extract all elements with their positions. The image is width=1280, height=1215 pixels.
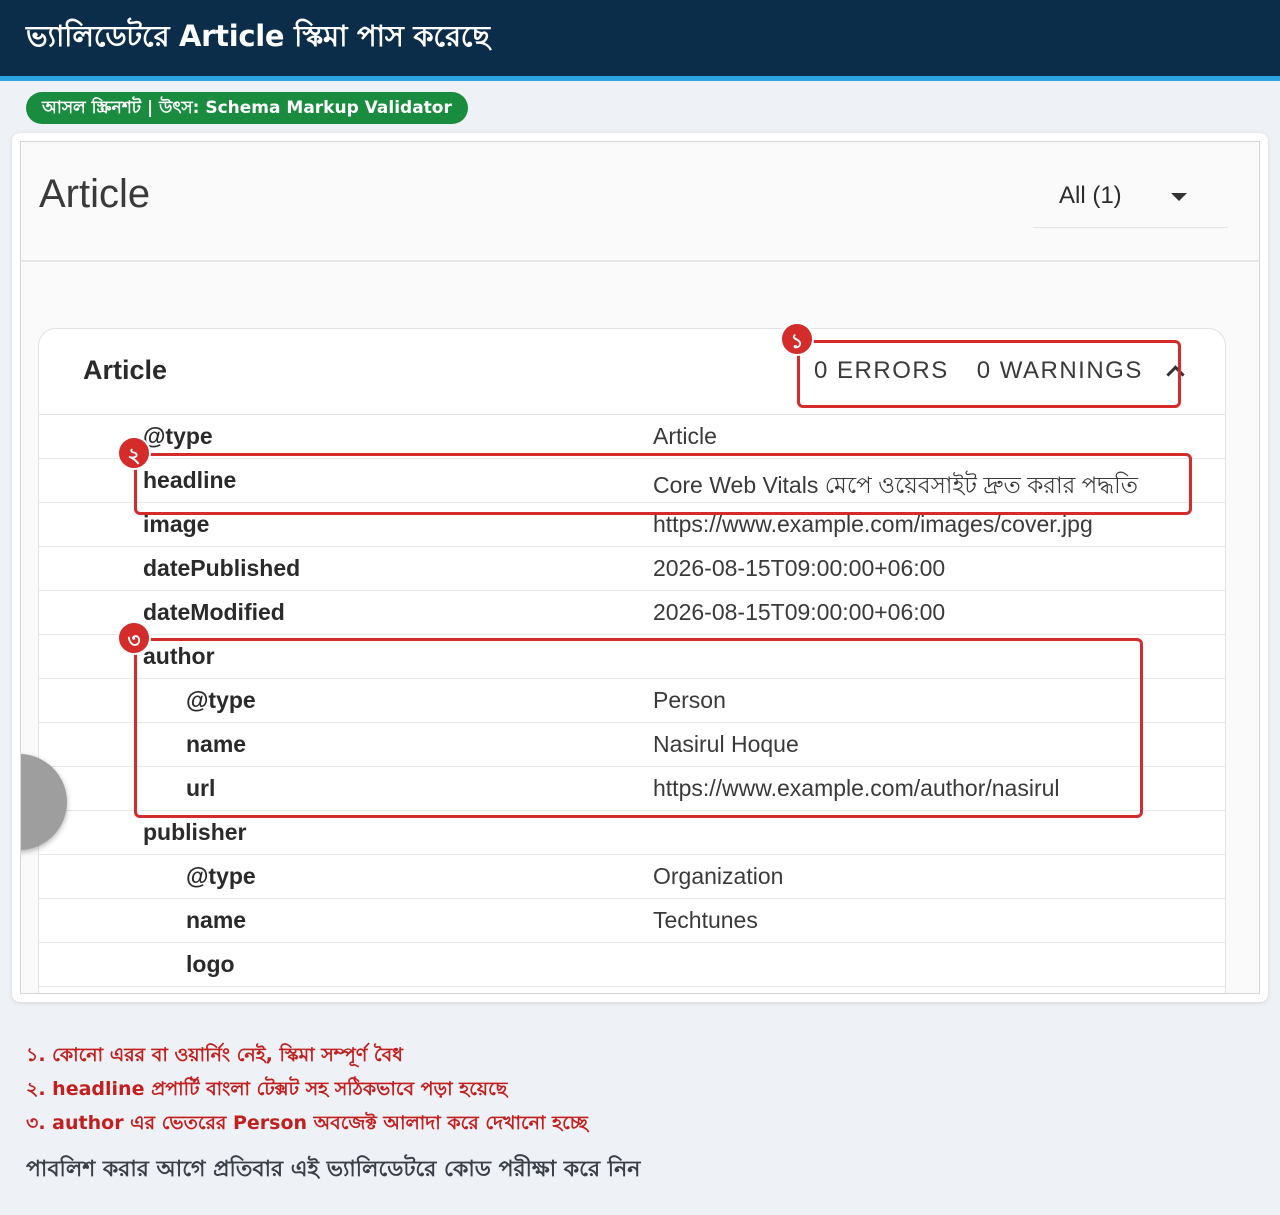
title-bar: ভ্যালিডেটরে Article স্কিমা পাস করেছে — [0, 0, 1280, 76]
property-row: dateModified 2026-08-15T09:00:00+06:00 — [39, 591, 1225, 635]
property-value: https://www.example.com/images/cover.jpg — [653, 511, 1093, 537]
property-key: publisher — [143, 819, 247, 845]
property-key: image — [143, 511, 210, 537]
note-item: ২. headline প্রপার্টি বাংলা টেক্সট সহ সঠ… — [26, 1078, 508, 1100]
property-row: @type Organization — [39, 855, 1225, 899]
annotation-badge: ২ — [117, 436, 151, 470]
validator-screenshot: Article All (1) Article 0 ERRORS 0 WARNIN… — [20, 141, 1260, 994]
footer-text: পাবলিশ করার আগে প্রতিবার এই ভ্যালিডেটরে … — [26, 1157, 641, 1182]
results-filter-dropdown[interactable]: All (1) — [1033, 168, 1228, 228]
property-key: name — [186, 907, 247, 933]
property-key: @type — [186, 863, 256, 889]
caret-down-icon — [1171, 193, 1187, 201]
filter-label: All (1) — [1059, 182, 1122, 209]
property-row: logo — [39, 943, 1225, 987]
property-value: Organization — [653, 863, 784, 889]
highlight-status — [797, 340, 1181, 408]
annotation-badge: ১ — [780, 322, 814, 356]
note-item: ১. কোনো এরর বা ওয়ার্নিং নেই, স্কিমা সম্… — [26, 1044, 403, 1066]
note-item: ৩. author এর ভেতরের Person অবজেক্ট আলাদা… — [26, 1112, 588, 1134]
property-key: logo — [186, 951, 235, 977]
property-key: @type — [143, 423, 213, 449]
property-value: 2026-08-15T09:00:00+06:00 — [653, 555, 946, 581]
title-bar-accent — [0, 76, 1280, 81]
property-value: Techtunes — [653, 907, 758, 933]
screenshot-frame: Article All (1) Article 0 ERRORS 0 WARNIN… — [12, 133, 1268, 1002]
header-divider — [21, 260, 1259, 262]
notes-list: ১. কোনো এরর বা ওয়ার্নিং নেই, স্কিমা সম্… — [26, 1038, 588, 1140]
highlight-headline — [134, 453, 1192, 515]
card-title: Article — [83, 355, 168, 385]
highlight-author — [134, 638, 1143, 818]
validator-page-title: Article — [39, 172, 151, 216]
annotation-badge: ৩ — [117, 621, 151, 655]
source-badge: আসল স্ক্রিনশট | উৎস: Schema Markup Valid… — [26, 92, 468, 124]
property-value: Article — [653, 423, 717, 449]
property-key: datePublished — [143, 555, 301, 581]
property-row: name Techtunes — [39, 899, 1225, 943]
property-value: 2026-08-15T09:00:00+06:00 — [653, 599, 946, 625]
page-title: ভ্যালিডেটরে Article স্কিমা পাস করেছে — [26, 19, 490, 53]
property-key: dateModified — [143, 599, 285, 625]
property-row: datePublished 2026-08-15T09:00:00+06:00 — [39, 547, 1225, 591]
